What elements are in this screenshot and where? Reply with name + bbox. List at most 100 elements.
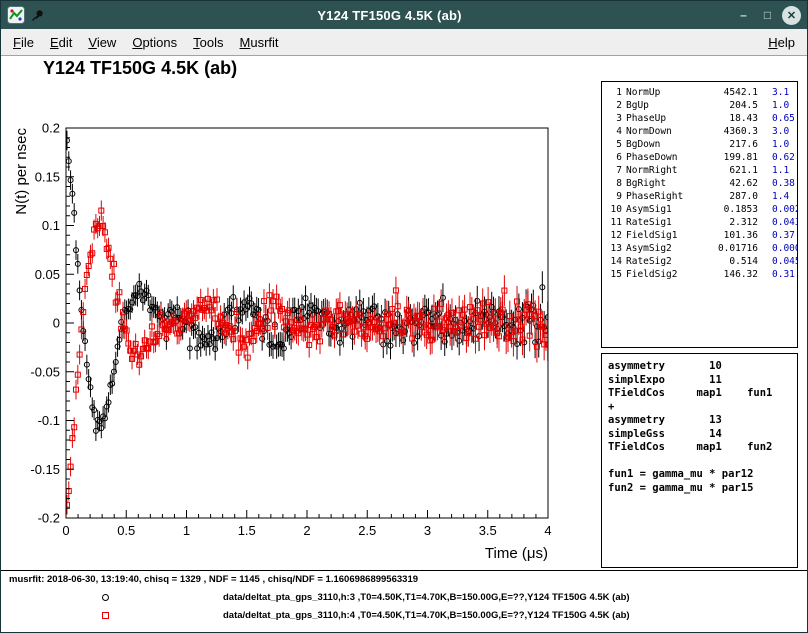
menu-right-group: Help <box>760 30 803 55</box>
param-number: 3 <box>607 112 622 125</box>
menubar: FileEditViewOptionsToolsMusrfit Help <box>1 29 807 56</box>
param-number: 15 <box>607 268 622 281</box>
param-name: FieldSig1 <box>626 229 702 242</box>
menu-item-musrfit[interactable]: Musrfit <box>232 30 287 55</box>
param-error: 0.31 <box>762 268 795 281</box>
param-error: 0.00098 <box>762 242 798 255</box>
app-icon <box>7 6 25 24</box>
param-value: 217.6 <box>706 138 758 151</box>
param-number: 7 <box>607 164 622 177</box>
param-row: 12FieldSig1101.360.37 <box>602 229 797 242</box>
svg-text:0.05: 0.05 <box>35 267 60 282</box>
param-value: 146.32 <box>706 268 758 281</box>
param-value: 0.01716 <box>706 242 758 255</box>
menu-item-options[interactable]: Options <box>124 30 185 55</box>
theory-line <box>608 455 791 469</box>
param-row: 7NormRight621.11.1 <box>602 164 797 177</box>
param-number: 9 <box>607 190 622 203</box>
maximize-button[interactable]: □ <box>758 6 777 25</box>
param-name: NormRight <box>626 164 702 177</box>
param-number: 14 <box>607 255 622 268</box>
legend-item: data/deltat_pta_gps_3110,h:3 ,T0=4.50K,T… <box>1 589 807 607</box>
data-series-circle <box>64 131 550 441</box>
param-error: 3.0 <box>762 125 792 138</box>
param-name: PhaseRight <box>626 190 702 203</box>
param-number: 13 <box>607 242 622 255</box>
menu-item-edit[interactable]: Edit <box>42 30 80 55</box>
param-name: BgRight <box>626 177 702 190</box>
theory-line: asymmetry 13 <box>608 414 791 428</box>
param-value: 287.0 <box>706 190 758 203</box>
window-title: Y124 TF150G 4.5K (ab) <box>51 8 728 23</box>
param-error: 0.38 <box>762 177 795 190</box>
svg-text:0.15: 0.15 <box>35 169 60 184</box>
param-name: NormUp <box>626 86 702 99</box>
param-number: 1 <box>607 86 622 99</box>
param-name: FieldSig2 <box>626 268 702 281</box>
svg-text:1: 1 <box>183 523 190 538</box>
param-row: 13 AsymSig2 0.01716 0.00098 <box>602 242 797 255</box>
svg-text:2: 2 <box>303 523 310 538</box>
param-error: 0.37 <box>762 229 795 242</box>
param-error: 0.043 <box>762 216 798 229</box>
param-error: 1.0 <box>762 138 792 151</box>
svg-text:-0.15: -0.15 <box>30 462 60 477</box>
param-name: PhaseDown <box>626 151 702 164</box>
pin-icon[interactable] <box>31 8 45 22</box>
theory-line: TFieldCos map1 fun2 <box>608 441 791 455</box>
param-value: 204.5 <box>706 99 758 112</box>
svg-text:-0.2: -0.2 <box>38 511 60 526</box>
param-error: 3.1 <box>762 86 792 99</box>
legend-marker-circle-icon <box>102 594 109 601</box>
svg-text:0.5: 0.5 <box>117 523 135 538</box>
param-name: AsymSig2 <box>626 242 702 255</box>
plot-area[interactable]: 00.511.522.533.54-0.2-0.15-0.1-0.0500.05… <box>9 118 569 566</box>
fit-stats: musrfit: 2018-06-30, 13:19:40, chisq = 1… <box>9 574 418 585</box>
svg-text:0.2: 0.2 <box>42 121 60 136</box>
param-name: PhaseUp <box>626 112 702 125</box>
param-number: 2 <box>607 99 622 112</box>
theory-line: simpleGss 14 <box>608 428 791 442</box>
titlebar[interactable]: Y124 TF150G 4.5K (ab) – □ ✕ <box>1 1 807 29</box>
param-error: 0.65 <box>762 112 795 125</box>
param-value: 4542.1 <box>706 86 758 99</box>
param-name: AsymSig1 <box>626 203 702 216</box>
param-number: 12 <box>607 229 622 242</box>
fit-parameters-panel: 1NormUp4542.13.12BgUp204.51.03PhaseUp18.… <box>601 81 798 348</box>
theory-line: asymmetry 10 <box>608 360 791 374</box>
theory-line: fun2 = gamma_mu * par15 <box>608 482 791 496</box>
param-name: NormDown <box>626 125 702 138</box>
theory-line: + <box>608 401 791 415</box>
param-name: BgDown <box>626 138 702 151</box>
param-row: 11RateSig12.3120.043 <box>602 216 797 229</box>
legend-item: data/deltat_pta_gps_3110,h:4 ,T0=4.50K,T… <box>1 607 807 625</box>
svg-text:0.1: 0.1 <box>42 218 60 233</box>
theory-panel: asymmetry 10simplExpo 11TFieldCos map1 f… <box>601 353 798 568</box>
param-name: BgUp <box>626 99 702 112</box>
y-axis-title: N(t) per nsec <box>13 128 30 215</box>
svg-text:0: 0 <box>53 316 60 331</box>
svg-text:3: 3 <box>424 523 431 538</box>
param-row: 14RateSig20.5140.045 <box>602 255 797 268</box>
param-error: 0.0028 <box>762 203 798 216</box>
param-value: 0.1853 <box>706 203 758 216</box>
svg-text:-0.05: -0.05 <box>30 364 60 379</box>
param-number: 10 <box>607 203 622 216</box>
param-value: 199.81 <box>706 151 758 164</box>
legend-label: data/deltat_pta_gps_3110,h:4 ,T0=4.50K,T… <box>223 610 630 621</box>
menu-item-file[interactable]: File <box>5 30 42 55</box>
param-row: 6PhaseDown199.810.62 <box>602 151 797 164</box>
param-name: RateSig2 <box>626 255 702 268</box>
menu-item-help[interactable]: Help <box>760 30 803 55</box>
param-number: 6 <box>607 151 622 164</box>
param-row: 1 NormUp 4542.1 3.1 <box>602 86 797 99</box>
data-series-square <box>64 200 550 514</box>
minimize-button[interactable]: – <box>734 6 753 25</box>
menu-item-view[interactable]: View <box>80 30 124 55</box>
close-button[interactable]: ✕ <box>782 6 801 25</box>
param-value: 621.1 <box>706 164 758 177</box>
menu-item-tools[interactable]: Tools <box>185 30 231 55</box>
param-value: 0.514 <box>706 255 758 268</box>
param-row: 10 AsymSig1 0.1853 0.0028 <box>602 203 797 216</box>
divider <box>1 570 807 571</box>
